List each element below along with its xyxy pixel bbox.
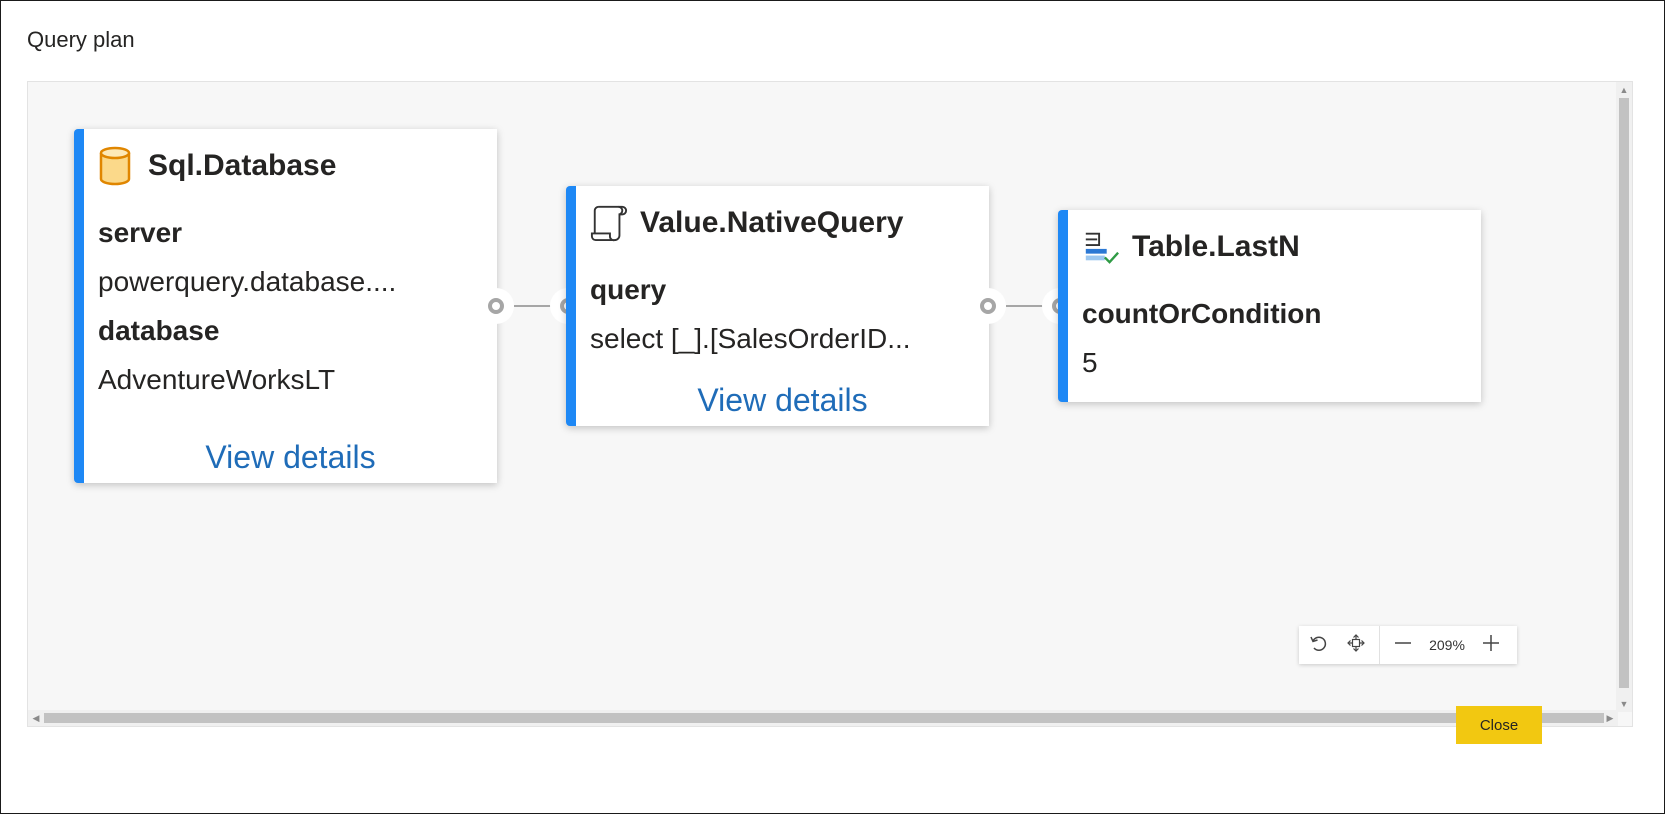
zoom-in-button[interactable] [1472, 626, 1510, 664]
output-port[interactable] [970, 288, 1006, 324]
prop-value-countorcondition: 5 [1082, 347, 1098, 378]
query-plan-dialog: Query plan Sql.Database server powerquer… [0, 0, 1665, 814]
node-title: Value.NativeQuery [640, 206, 904, 239]
dialog-title: Query plan [27, 27, 135, 52]
prop-label-countorcondition: countOrCondition [1082, 298, 1322, 329]
connector-line [514, 305, 552, 307]
view-details-link[interactable]: View details [576, 382, 989, 419]
database-cylinder-icon [98, 145, 136, 187]
node-title: Table.LastN [1132, 230, 1300, 263]
prop-label-server: server [98, 217, 183, 248]
move-arrows-icon [1346, 633, 1366, 658]
vertical-scroll-thumb[interactable] [1619, 98, 1629, 688]
prop-value-server: powerquery.database.... [98, 266, 397, 297]
toolbar-divider [1379, 626, 1380, 664]
minus-icon [1394, 634, 1412, 657]
node-value-nativequery[interactable]: Value.NativeQuery query select [_].[Sale… [566, 186, 989, 426]
zoom-toolbar: 209% [1299, 626, 1517, 664]
scroll-down-icon[interactable]: ▼ [1616, 696, 1632, 712]
node-title: Sql.Database [148, 149, 337, 182]
plus-icon [1482, 634, 1500, 657]
diagram-canvas[interactable]: Sql.Database server powerquery.database.… [27, 81, 1633, 727]
scroll-left-icon[interactable]: ◀ [28, 710, 44, 726]
scroll-right-icon[interactable]: ▶ [1602, 710, 1618, 726]
zoom-level: 209% [1429, 637, 1465, 653]
prop-label-query: query [590, 274, 667, 305]
horizontal-scroll-thumb[interactable] [44, 713, 1604, 723]
connector-line [1006, 305, 1044, 307]
horizontal-scrollbar[interactable]: ◀ ▶ [28, 710, 1618, 726]
undo-icon [1308, 633, 1328, 658]
node-header: Table.LastN [1082, 226, 1300, 268]
output-port[interactable] [478, 288, 514, 324]
view-details-link[interactable]: View details [84, 439, 497, 476]
vertical-scrollbar[interactable]: ▲ ▼ [1616, 82, 1632, 712]
prop-value-query: select [_].[SalesOrderID... [590, 323, 911, 354]
node-header: Value.NativeQuery [590, 202, 903, 244]
script-scroll-icon [590, 202, 628, 244]
fit-to-view-button[interactable] [1337, 626, 1375, 664]
close-button[interactable]: Close [1456, 706, 1542, 744]
node-sql-database[interactable]: Sql.Database server powerquery.database.… [74, 129, 497, 483]
scroll-up-icon[interactable]: ▲ [1616, 82, 1632, 98]
zoom-out-button[interactable] [1384, 626, 1422, 664]
prop-label-database: database [98, 315, 220, 346]
prop-value-database: AdventureWorksLT [98, 364, 336, 395]
node-table-lastn[interactable]: Table.LastN countOrCondition 5 [1058, 210, 1481, 402]
table-lastn-icon [1082, 226, 1120, 268]
reset-view-button[interactable] [1299, 626, 1337, 664]
node-header: Sql.Database [98, 145, 336, 187]
